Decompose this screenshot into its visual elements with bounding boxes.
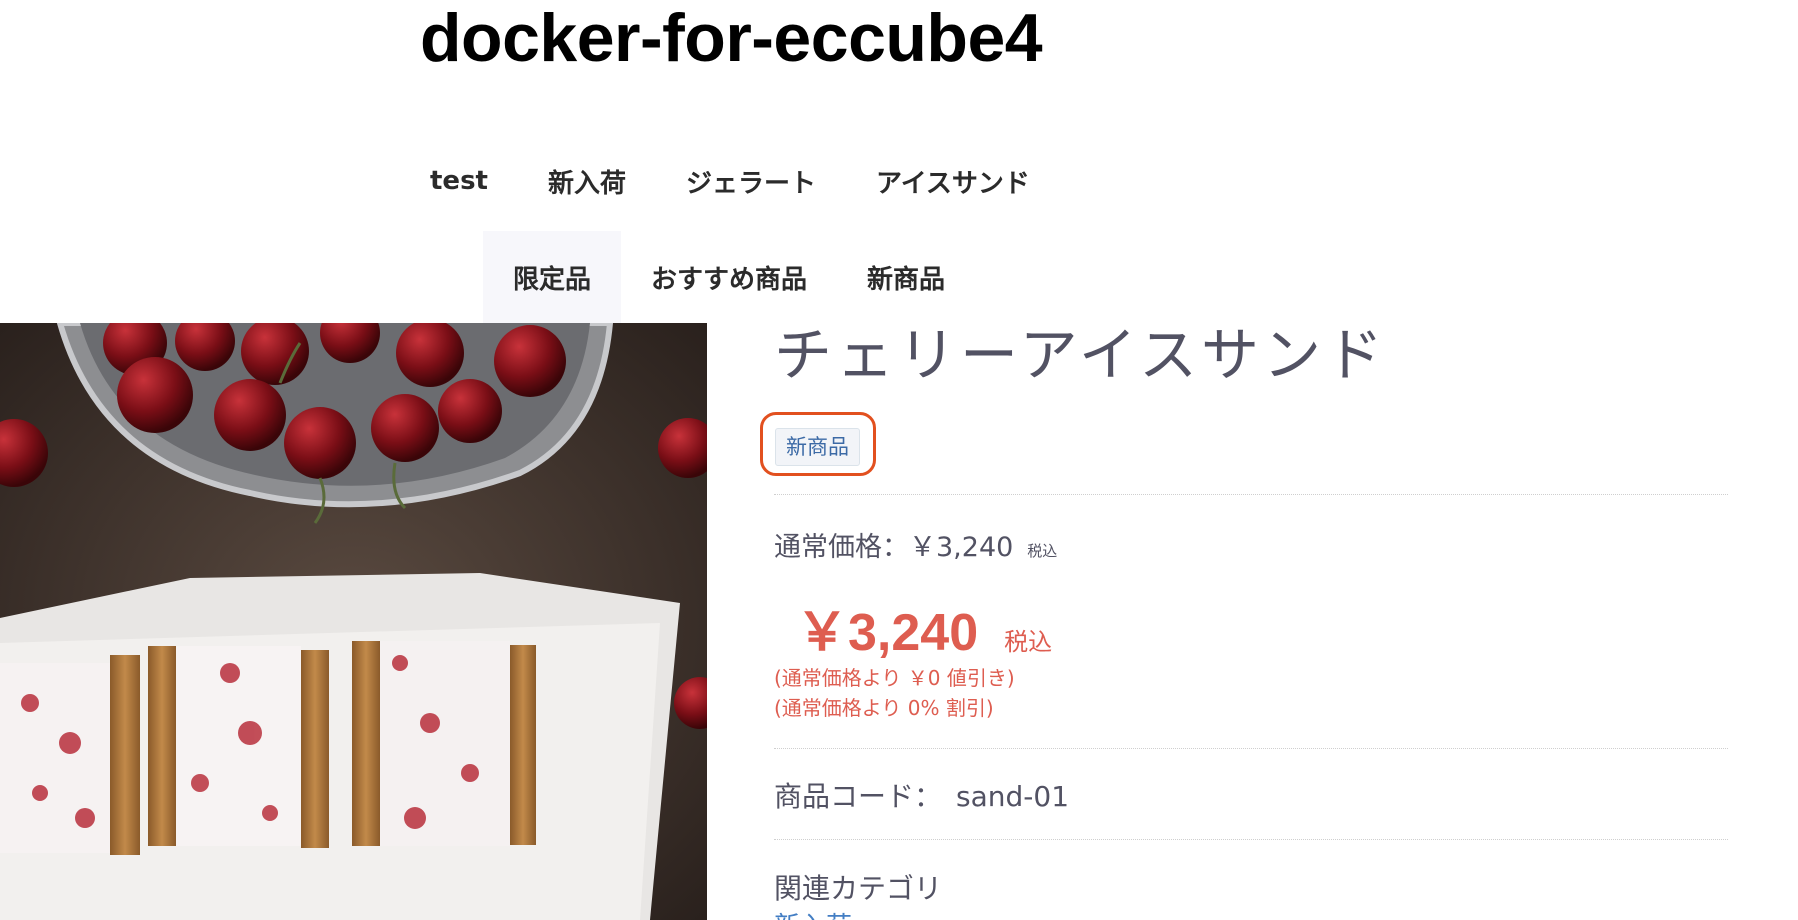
product-name: チェリーアイスサンド [774,321,1388,389]
discount-rate: (通常価格より 0% 割引) [774,696,994,720]
sale-price-value: ￥3,240 [796,604,979,662]
sale-price: ￥3,240 税込 [796,590,1052,665]
normal-price: 通常価格：￥3,240 税込 [774,525,1057,564]
sale-price-tax: 税込 [1004,628,1053,656]
nav-item-new-arrivals[interactable]: 新入荷 [518,150,656,212]
product-tag-badge: 新商品 [775,428,860,466]
product-image[interactable] [0,323,707,920]
product-code-value: sand-01 [956,780,1070,813]
nav-item-limited[interactable]: 限定品 [483,231,622,323]
nav-item-recommended[interactable]: おすすめ商品 [621,231,837,323]
tag-highlight: 新商品 [760,412,876,476]
normal-price-value: 通常価格：￥3,240 [774,532,1014,563]
category-nav-row-2: 限定品 おすすめ商品 新商品 [483,231,975,323]
normal-price-tax: 税込 [1027,542,1058,560]
nav-item-ice-sandwich[interactable]: アイスサンド [846,150,1060,212]
site-title[interactable]: docker-for-eccube4 [420,0,1043,76]
product-photo [0,323,707,920]
divider [774,494,1728,495]
related-category-link[interactable]: 新入荷 [774,906,852,920]
divider [774,839,1728,840]
nav-item-gelato[interactable]: ジェラート [656,150,846,212]
nav-item-test[interactable]: test [414,150,518,212]
product-code-label: 商品コード： [774,780,943,813]
discount-amount: (通常価格より ￥0 値引き) [774,666,1015,690]
divider [774,748,1728,749]
product-code: 商品コード： sand-01 [774,775,1069,815]
product-detail: チェリーアイスサンド 新商品 通常価格：￥3,240 税込 ￥3,240 税込 (通… [760,320,1728,920]
related-category-label: 関連カテゴリ [774,872,943,905]
nav-item-new-products[interactable]: 新商品 [837,231,975,323]
category-nav-row-1: test 新入荷 ジェラート アイスサンド [414,150,1060,212]
